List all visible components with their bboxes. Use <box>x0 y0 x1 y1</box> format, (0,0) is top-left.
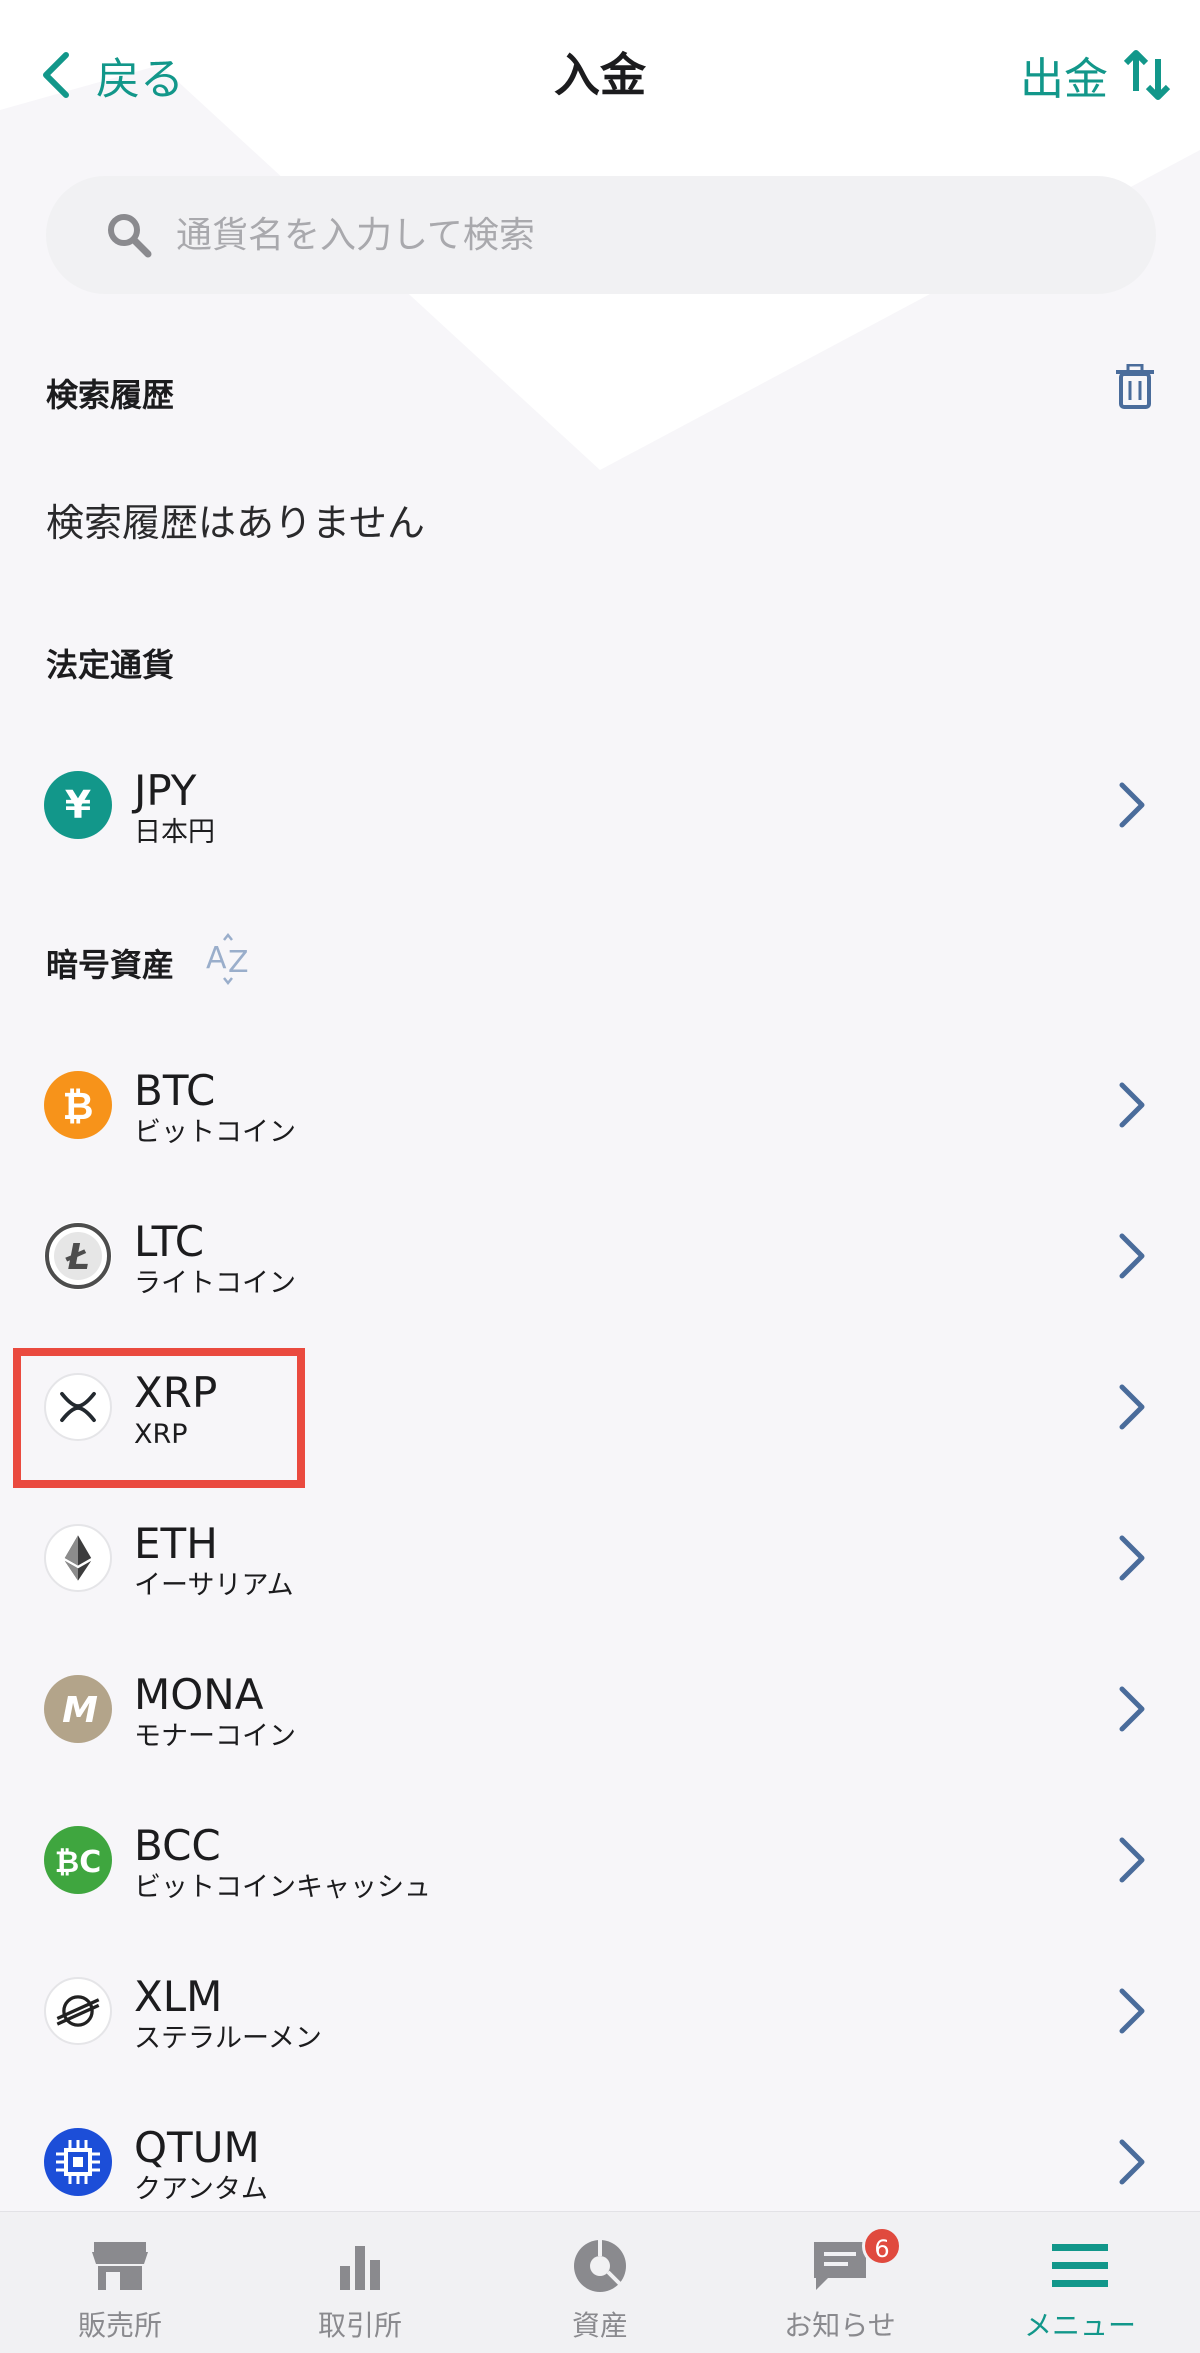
qtum-icon <box>44 2128 112 2196</box>
chevron-right-icon <box>1119 1082 1145 1128</box>
litecoin-icon: Ł <box>44 1222 112 1290</box>
nav-label: 取引所 <box>317 2309 402 2342</box>
currency-symbol: QTUM <box>134 2123 260 2172</box>
currency-symbol: MONA <box>134 1670 264 1719</box>
chevron-right-icon <box>1119 1535 1145 1581</box>
nav-label: お知らせ <box>784 2309 896 2342</box>
notification-badge: 6 <box>862 2226 902 2266</box>
svg-text:Ł: Ł <box>65 1237 90 1278</box>
currency-symbol: JPY <box>134 766 197 815</box>
currency-name: モナーコイン <box>134 1721 296 1752</box>
nav-label: メニュー <box>1023 2309 1136 2342</box>
currency-symbol: LTC <box>134 1217 205 1266</box>
stellar-icon <box>44 1977 112 2045</box>
currency-name: ビットコイン <box>134 1117 296 1148</box>
currency-name: イーサリアム <box>134 1570 294 1601</box>
swap-vertical-icon <box>1123 50 1171 100</box>
withdraw-label: 出金 <box>1020 54 1108 105</box>
menu-icon <box>1052 2244 1108 2287</box>
nav-label: 販売所 <box>77 2309 162 2342</box>
nav-item-news[interactable]: 6 お知らせ <box>720 2212 960 2353</box>
history-title: 検索履歴 <box>46 376 175 414</box>
currency-row-bcc[interactable]: ₿C BCC ビットコインキャッシュ <box>0 1785 1200 1935</box>
monacoin-icon: M <box>44 1675 112 1743</box>
nav-item-exchange[interactable]: 取引所 <box>240 2212 480 2353</box>
history-empty-text: 検索履歴はありません <box>46 501 425 545</box>
currency-row-xlm[interactable]: XLM ステラルーメン <box>0 1936 1200 2086</box>
chevron-right-icon <box>1119 782 1145 828</box>
currency-row-btc[interactable]: ₿ BTC ビットコイン <box>0 1030 1200 1180</box>
highlight-box <box>13 1348 305 1488</box>
search-icon <box>108 214 152 258</box>
svg-text:¥: ¥ <box>65 783 91 827</box>
currency-name: ライトコイン <box>134 1268 296 1299</box>
nav-item-assets[interactable]: 資産 <box>480 2212 720 2353</box>
ethereum-icon <box>44 1524 112 1592</box>
chevron-right-icon <box>1119 2139 1145 2185</box>
svg-text:Z: Z <box>228 945 249 980</box>
currency-symbol: XLM <box>134 1972 223 2021</box>
yen-icon: ¥ <box>44 771 112 839</box>
currency-row-jpy[interactable]: ¥ JPY 日本円 <box>0 730 1200 880</box>
bottom-nav: 販売所 取引所 資産 6 お知らせ メニュー <box>0 2211 1200 2353</box>
currency-symbol: BTC <box>134 1066 216 1115</box>
store-icon <box>92 2242 148 2290</box>
currency-row-eth[interactable]: ETH イーサリアム <box>0 1483 1200 1633</box>
search-input[interactable] <box>176 214 1076 256</box>
bitcoin-icon: ₿ <box>44 1071 112 1139</box>
svg-text:₿: ₿ <box>63 1084 94 1128</box>
currency-symbol: ETH <box>134 1519 218 1568</box>
crypto-title: 暗号資産 <box>46 946 175 984</box>
currency-name: ステラルーメン <box>134 2023 322 2054</box>
currency-name: クアンタム <box>134 2174 268 2205</box>
svg-text:A: A <box>206 941 227 976</box>
bar-chart-icon <box>340 2246 380 2290</box>
nav-label: 資産 <box>571 2309 628 2342</box>
currency-name: 日本円 <box>134 817 215 848</box>
bitcoin-cash-icon: ₿C <box>44 1826 112 1894</box>
pie-chart-icon <box>574 2240 626 2292</box>
chevron-right-icon <box>1119 1837 1145 1883</box>
currency-name: ビットコインキャッシュ <box>134 1872 431 1903</box>
top-bar: 戻る 入金 出金 <box>0 0 1200 150</box>
currency-symbol: BCC <box>134 1821 221 1870</box>
nav-item-store[interactable]: 販売所 <box>0 2212 240 2353</box>
trash-icon[interactable] <box>1114 364 1156 410</box>
sort-az-icon[interactable]: A Z <box>204 930 254 986</box>
withdraw-button[interactable]: 出金 <box>1020 40 1172 110</box>
chevron-right-icon <box>1119 1384 1145 1430</box>
chevron-right-icon <box>1119 1988 1145 2034</box>
fiat-title: 法定通貨 <box>46 646 175 684</box>
search-bar[interactable] <box>46 176 1156 294</box>
chevron-right-icon <box>1119 1686 1145 1732</box>
chevron-right-icon <box>1119 1233 1145 1279</box>
svg-text:M: M <box>62 1690 98 1731</box>
nav-item-menu[interactable]: メニュー <box>960 2212 1200 2353</box>
currency-row-ltc[interactable]: Ł LTC ライトコイン <box>0 1181 1200 1331</box>
currency-row-mona[interactable]: M MONA モナーコイン <box>0 1634 1200 1784</box>
svg-text:₿C: ₿C <box>55 1845 101 1880</box>
